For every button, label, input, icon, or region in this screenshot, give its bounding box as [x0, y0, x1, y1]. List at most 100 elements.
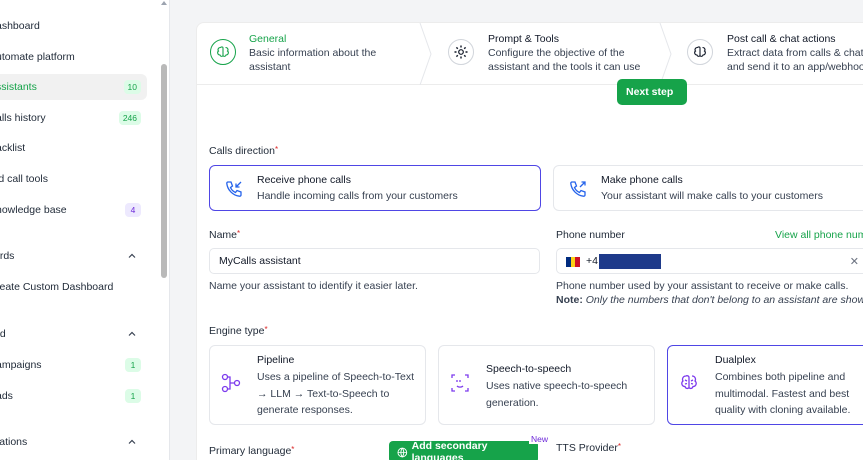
note-text: Only the numbers that don't belong to an… [585, 294, 863, 306]
sidebar-item-blacklist[interactable]: acklist [0, 135, 147, 161]
primary-language-label: Primary language* [209, 445, 294, 457]
label-text: Calls direction [209, 145, 275, 157]
chevron-up-icon [128, 253, 136, 258]
label-text: Name [209, 229, 238, 241]
section-label: ards [0, 250, 15, 262]
label-text: Engine type [209, 325, 265, 337]
section-label: sations [0, 436, 28, 448]
chevron-up-icon [128, 331, 136, 336]
sidebar-item-label: alls history [0, 112, 46, 124]
option-description: Handle incoming calls from your customer… [257, 190, 458, 202]
sidebar-item-campaigns[interactable]: ampaigns 1 [0, 352, 147, 378]
sidebar-item-label: nowledge base [0, 204, 67, 216]
sidebar-item-label: reate Custom Dashboard [0, 281, 114, 293]
scroll-up-icon[interactable] [160, 0, 168, 6]
step-title: General [249, 33, 287, 45]
calls-direction-label: Calls direction* [209, 145, 278, 157]
option-title: Make phone calls [601, 174, 683, 186]
sidebar: ashboard utomate platform ssistants 10 al… [0, 0, 170, 460]
step-description: Basic information about the assistant [249, 47, 377, 73]
chevron-up-icon [128, 439, 136, 444]
option-description: Combines both pipeline and multimodal. F… [715, 371, 851, 416]
step-prompt-tools[interactable]: Prompt & Tools Configure the objective o… [435, 23, 670, 85]
name-input[interactable]: MyCalls assistant [209, 248, 540, 274]
count-badge: 1 [125, 389, 141, 403]
brain-icon [210, 39, 236, 65]
wizard-steps: General Basic information about the assi… [197, 23, 863, 85]
count-badge: 1 [125, 358, 141, 372]
sidebar-item-knowledge-base[interactable]: nowledge base 4 [0, 197, 147, 223]
count-badge: 10 [123, 80, 141, 94]
brain-icon [687, 39, 713, 65]
required-marker: * [617, 442, 621, 451]
required-marker: * [237, 229, 241, 238]
brain-icon [681, 375, 697, 390]
option-description: Uses native speech-to-speech generation. [486, 380, 628, 409]
tts-provider-label: TTS Provider* [556, 442, 621, 454]
step-description: Extract data from calls & chats and send… [727, 47, 863, 73]
sidebar-item-dashboard[interactable]: ashboard [0, 13, 147, 39]
engine-option-dualplex[interactable]: Dualplex Combines both pipeline and mult… [667, 345, 863, 425]
sidebar-item-label: acklist [0, 142, 26, 154]
sidebar-item-label: id call tools [0, 173, 48, 185]
count-badge: 246 [118, 111, 141, 125]
speech-to-speech-icon [451, 374, 469, 392]
step-post-call-actions[interactable]: Post call & chat actions Extract data fr… [674, 23, 863, 85]
option-description: Your assistant will make calls to your c… [601, 190, 823, 202]
required-marker: * [264, 325, 268, 334]
redacted-number [599, 254, 661, 269]
sidebar-item-mid-call-tools[interactable]: id call tools [0, 166, 147, 192]
name-label: Name* [209, 229, 240, 241]
section-label: nd [0, 328, 6, 340]
gear-icon [448, 39, 474, 65]
add-secondary-languages-button[interactable]: Add secondary languages [389, 440, 538, 460]
clear-icon[interactable]: ✕ [850, 255, 859, 268]
sidebar-item-label: utomate platform [0, 51, 75, 63]
sidebar-item-label: ashboard [0, 20, 40, 32]
pipeline-icon [221, 373, 241, 393]
view-all-phone-numbers-link[interactable]: View all phone numbers [775, 229, 863, 241]
sidebar-section-outbound[interactable]: nd [0, 324, 146, 344]
engine-option-speech-to-speech[interactable]: Speech-to-speech Uses native speech-to-s… [438, 345, 655, 425]
required-marker: * [274, 145, 279, 154]
required-marker: * [291, 445, 295, 454]
button-label: Add secondary languages [411, 440, 488, 460]
new-badge: New [529, 434, 551, 444]
outgoing-call-icon [570, 181, 586, 197]
phone-number-value: +4 [586, 255, 598, 267]
step-title: Post call & chat actions [727, 33, 836, 45]
romania-flag-icon [566, 257, 581, 267]
sidebar-item-automate-platform[interactable]: utomate platform [0, 44, 147, 70]
engine-option-pipeline[interactable]: Pipeline Uses a pipeline of Speech-to-Te… [209, 345, 426, 425]
globe-icon [397, 447, 408, 458]
sidebar-section-dashboards[interactable]: ards [0, 246, 146, 266]
sidebar-item-leads[interactable]: ads 1 [0, 383, 147, 409]
next-step-button[interactable]: Next step [617, 79, 687, 105]
phone-hint: Phone number used by your assistant to r… [556, 280, 849, 292]
option-title: Receive phone calls [257, 174, 351, 186]
option-description: Uses a pipeline of Speech-to-Text → LLM … [257, 371, 415, 416]
sidebar-item-create-dashboard[interactable]: reate Custom Dashboard [0, 274, 147, 300]
option-title: Pipeline [257, 354, 295, 366]
make-calls-option[interactable]: Make phone calls Your assistant will mak… [553, 165, 863, 211]
name-hint: Name your assistant to identify it easie… [209, 280, 418, 292]
step-divider [659, 23, 672, 85]
label-text: TTS Provider [556, 442, 618, 454]
sidebar-scrollbar[interactable] [161, 64, 167, 278]
step-divider [419, 23, 432, 85]
sidebar-item-assistants[interactable]: ssistants 10 [0, 74, 147, 100]
sidebar-item-label: ampaigns [0, 359, 42, 371]
sidebar-section-conversations[interactable]: sations [0, 432, 146, 452]
phone-number-label: Phone number [556, 229, 625, 241]
engine-type-label: Engine type* [209, 325, 268, 337]
option-title: Dualplex [715, 354, 756, 366]
sidebar-item-calls-history[interactable]: alls history 246 [0, 105, 147, 131]
note-label: Note: [556, 294, 583, 306]
incoming-call-icon [226, 181, 242, 197]
sidebar-item-label: ads [0, 390, 13, 402]
step-general[interactable]: General Basic information about the assi… [197, 23, 432, 85]
receive-calls-option[interactable]: Receive phone calls Handle incoming call… [209, 165, 541, 211]
step-description: Configure the objective of the assistant… [488, 47, 641, 73]
phone-number-select[interactable]: +4 ✕ [556, 248, 863, 274]
option-title: Speech-to-speech [486, 363, 572, 375]
